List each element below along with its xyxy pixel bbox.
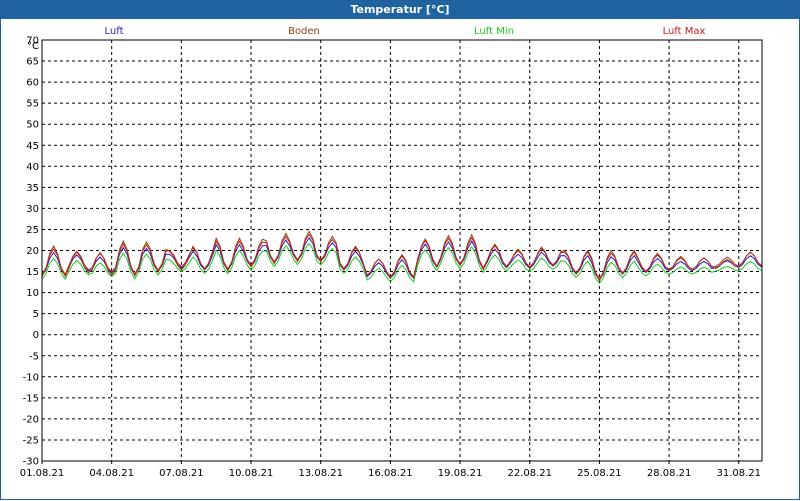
- legend-entry: Luft: [105, 26, 124, 37]
- legend-entry: Boden: [288, 26, 320, 37]
- y-tick-label: 40: [26, 162, 39, 173]
- y-tick-label: -10: [23, 372, 39, 383]
- grid-layer: [41, 40, 762, 464]
- x-tick-label: 01.08.21: [20, 468, 65, 479]
- y-tick-label: 25: [26, 225, 39, 236]
- y-tick-label: 45: [26, 141, 39, 152]
- y-tick-label: -20: [23, 414, 39, 425]
- y-tick-label: 50: [26, 120, 39, 131]
- y-tick-label: 35: [26, 183, 39, 194]
- x-tick-label: 25.08.21: [577, 468, 622, 479]
- y-tick-label: -5: [29, 351, 39, 362]
- series-lines: [41, 230, 763, 285]
- y-tick-label: -15: [23, 393, 39, 404]
- y-tick-label: 60: [26, 78, 39, 89]
- y-tick-label: 30: [26, 204, 39, 215]
- x-tick-label: 19.08.21: [438, 468, 483, 479]
- y-tick-label: -25: [23, 435, 39, 446]
- temperature-chart: -30 -25 -20 -15 -10 -5 0 5 10 15 20 25 30 35 40 45 50 55 6…: [20, 26, 763, 479]
- x-tick-label: 10.08.21: [229, 468, 274, 479]
- legend-entry: Luft Max: [663, 26, 706, 37]
- y-tick-label: 5: [33, 309, 39, 320]
- y-tick-label: 10: [26, 288, 39, 299]
- x-tick-label: 13.08.21: [298, 468, 343, 479]
- x-tick-label: 22.08.21: [507, 468, 552, 479]
- x-tick-label: 28.08.21: [647, 468, 692, 479]
- y-tick-label: -30: [23, 457, 39, 468]
- legend-entry: Luft Min: [474, 26, 514, 37]
- y-tick-label: 65: [26, 57, 39, 68]
- x-tick-label: 07.08.21: [159, 468, 204, 479]
- y-tick-label: 0: [33, 330, 39, 341]
- x-tick-label: 31.08.21: [717, 468, 762, 479]
- y-tick-label: 55: [26, 99, 39, 110]
- x-tick-label: 04.08.21: [89, 468, 134, 479]
- y-tick-label: 20: [26, 246, 39, 257]
- legend: Luft Boden Luft Min Luft Max: [105, 26, 706, 37]
- chart-window: Temperatur [°C] -30 -25 -20 -15 -10 -5 0 5 10 15 2…: [0, 0, 800, 500]
- y-axis-unit: °C: [27, 41, 39, 52]
- y-tick-label: 15: [26, 267, 39, 278]
- x-tick-label: 16.08.21: [368, 468, 413, 479]
